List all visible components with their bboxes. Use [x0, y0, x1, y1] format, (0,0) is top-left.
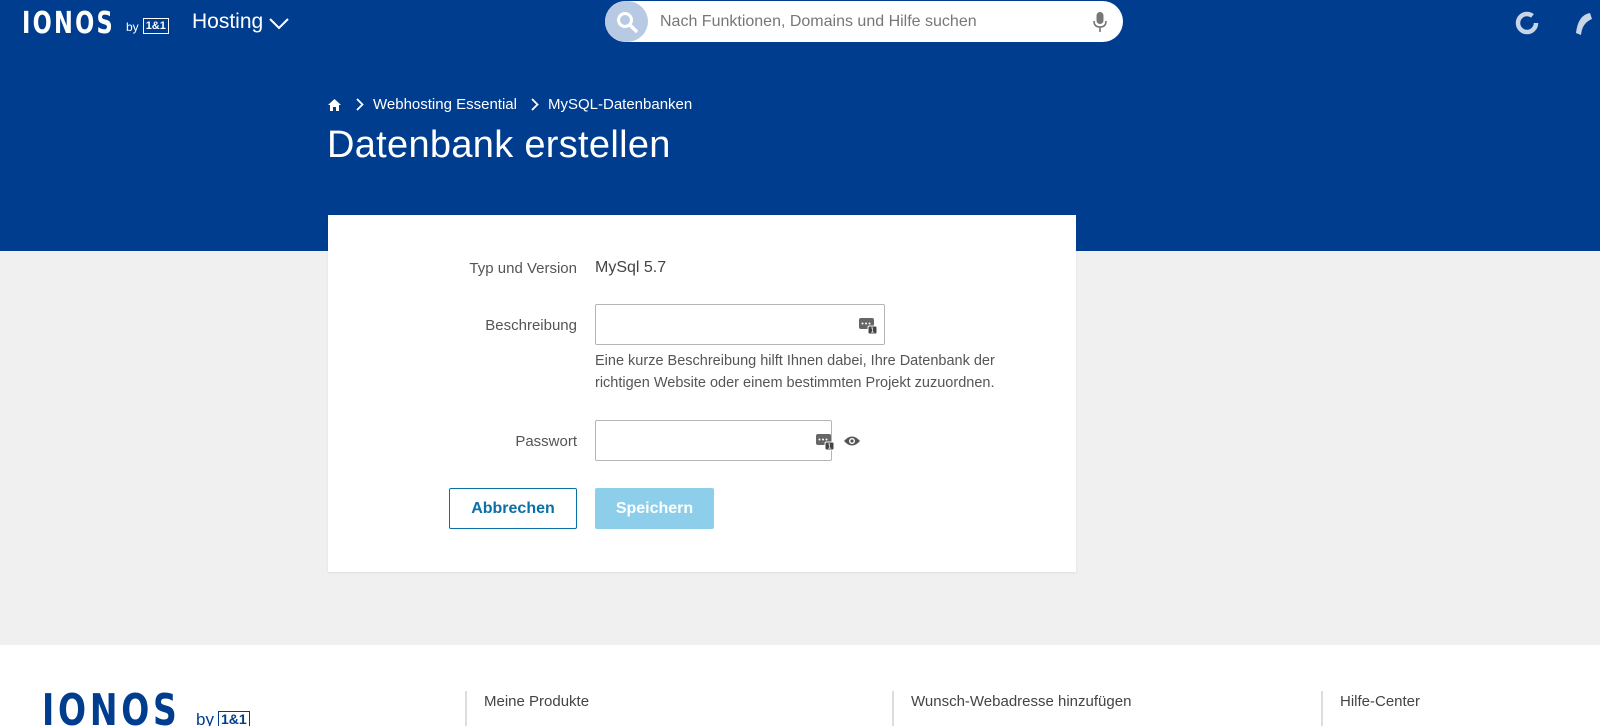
footer-logo-by: by	[196, 709, 214, 726]
description-input[interactable]	[596, 305, 858, 344]
password-label: Passwort	[515, 433, 577, 450]
password-manager-icon[interactable]: 1	[815, 431, 835, 451]
footer-logo-brand-badge: 1&1	[217, 710, 250, 726]
password-field: 1	[595, 420, 860, 461]
microphone-icon[interactable]	[1093, 11, 1107, 38]
product-menu-label: Hosting	[192, 10, 264, 33]
password-input[interactable]	[596, 421, 815, 460]
svg-text:1: 1	[827, 442, 831, 450]
footer-link-meine-produkte[interactable]: Meine Produkte	[465, 691, 589, 726]
breadcrumb: Webhosting Essential MySQL-Datenbanken	[327, 96, 692, 113]
footer-ionos-logo[interactable]: IONOS by 1&1	[42, 685, 250, 726]
footer-logo-wordmark: IONOS	[42, 685, 181, 726]
search-button[interactable]	[605, 1, 648, 42]
product-menu-dropdown[interactable]: Hosting	[192, 10, 289, 34]
chevron-down-icon	[269, 17, 289, 29]
description-field: 1	[595, 304, 885, 345]
footer: IONOS by 1&1 Meine Produkte Wunsch-Webad…	[0, 645, 1600, 726]
type-version-value: MySql 5.7	[595, 259, 667, 276]
show-password-eye-icon[interactable]	[843, 435, 861, 447]
page-title: Datenbank erstellen	[327, 124, 671, 166]
search-icon	[616, 11, 638, 33]
logo-by: by	[126, 19, 139, 34]
search-input[interactable]	[660, 12, 1080, 31]
chevron-right-icon	[356, 98, 364, 111]
footer-link-wunsch-webadresse[interactable]: Wunsch-Webadresse hinzufügen	[892, 691, 1131, 726]
phone-icon[interactable]	[1572, 9, 1600, 44]
svg-text:1: 1	[870, 326, 874, 334]
create-database-form: Typ und Version MySql 5.7 Beschreibung 1…	[328, 215, 1076, 572]
ionos-logo[interactable]: IONOS by 1&1	[22, 6, 169, 41]
save-button[interactable]: Speichern	[595, 488, 714, 529]
type-version-label: Typ und Version	[469, 260, 577, 277]
breadcrumb-mysql-datenbanken[interactable]: MySQL-Datenbanken	[548, 96, 692, 113]
refresh-icon[interactable]	[1513, 9, 1541, 42]
logo-wordmark: IONOS	[22, 6, 115, 41]
logo-brand-badge: 1&1	[142, 18, 169, 34]
home-icon[interactable]	[327, 98, 342, 112]
cancel-button[interactable]: Abbrechen	[449, 488, 577, 529]
top-navigation: IONOS by 1&1 Hosting	[0, 0, 1600, 58]
search-bar	[605, 1, 1123, 42]
breadcrumb-webhosting-essential[interactable]: Webhosting Essential	[373, 96, 517, 113]
description-label: Beschreibung	[485, 317, 577, 334]
description-help-text: Eine kurze Beschreibung hilft Ihnen dabe…	[595, 353, 995, 391]
footer-link-hilfe-center[interactable]: Hilfe-Center	[1321, 691, 1420, 726]
password-manager-icon[interactable]: 1	[858, 315, 878, 335]
chevron-right-icon	[531, 98, 539, 111]
